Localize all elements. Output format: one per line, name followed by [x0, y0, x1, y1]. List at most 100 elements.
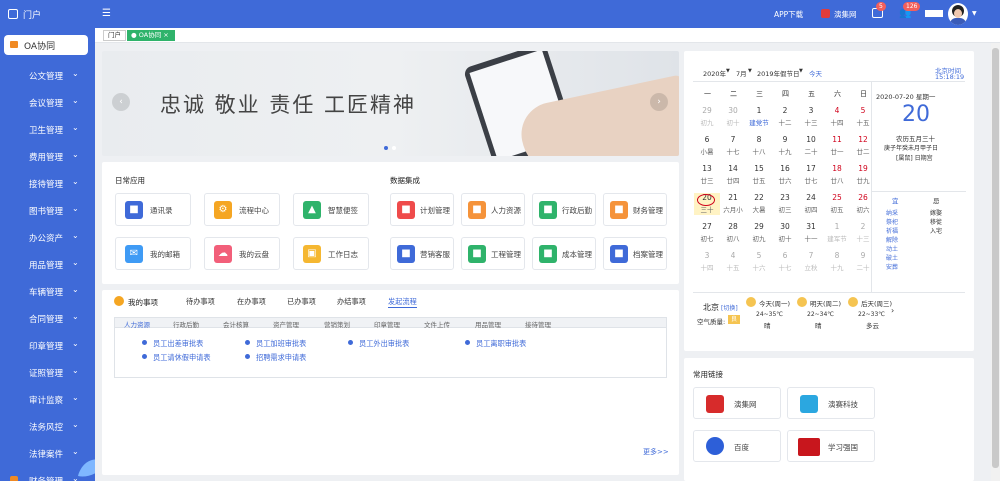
- banner-prev-button[interactable]: ‹: [112, 93, 130, 111]
- calendar-day[interactable]: 13 廿三: [694, 164, 720, 186]
- matters-tab-3[interactable]: 办结事项: [337, 297, 366, 307]
- calendar-day[interactable]: 14 廿四: [720, 164, 746, 186]
- calendar-day[interactable]: 23 初三: [772, 193, 798, 215]
- calendar-day[interactable]: 27 初七: [694, 222, 720, 244]
- sidebar-item-3[interactable]: 费用管理 ⌄: [0, 144, 95, 171]
- tab-close-icon[interactable]: ×: [163, 31, 168, 39]
- sidebar-item-11[interactable]: 证照管理 ⌄: [0, 360, 95, 387]
- tab-oa[interactable]: ● OA协同 ×: [127, 30, 175, 41]
- sidebar-item-7[interactable]: 用品管理 ⌄: [0, 252, 95, 279]
- menu-toggle-icon[interactable]: ☰: [102, 8, 111, 19]
- sidebar-item-13[interactable]: 法务风控 ⌄: [0, 414, 95, 441]
- daily-app-tile-4[interactable]: ☁ 我的云盘: [204, 237, 280, 270]
- data-app-tile-7[interactable]: ■ 档案管理: [603, 237, 667, 270]
- sidebar-item-2[interactable]: 卫生管理 ⌄: [0, 117, 95, 144]
- calendar-day[interactable]: 31 十一: [798, 222, 824, 244]
- calendar-day[interactable]: 9 十九: [772, 135, 798, 157]
- flow-link-2[interactable]: 员工外出审批表: [348, 339, 409, 349]
- weather-next-icon[interactable]: ›: [891, 306, 894, 315]
- matters-tab-2[interactable]: 已办事项: [287, 297, 316, 307]
- holiday-select[interactable]: 2019年假节日: [757, 68, 800, 78]
- tab-home[interactable]: 门户: [103, 30, 126, 41]
- sidebar-item-8[interactable]: 车辆管理 ⌄: [0, 279, 95, 306]
- calendar-day[interactable]: 17 廿七: [798, 164, 824, 186]
- daily-app-tile-1[interactable]: ⚙ 流程中心: [204, 193, 280, 226]
- sidebar-item-6[interactable]: 办公资产 ⌄: [0, 225, 95, 252]
- data-app-tile-1[interactable]: ■ 人力资源: [461, 193, 525, 226]
- calendar-day[interactable]: 6 小暑: [694, 135, 720, 157]
- matters-tab-4[interactable]: 发起流程: [388, 297, 417, 308]
- data-app-tile-4[interactable]: ■ 营销客服: [390, 237, 454, 270]
- matters-tab-1[interactable]: 在办事项: [237, 297, 266, 307]
- calendar-day[interactable]: 7 十七: [720, 135, 746, 157]
- daily-app-tile-2[interactable]: ▲ 智慧便签: [293, 193, 369, 226]
- calendar-day[interactable]: 24 初四: [798, 193, 824, 215]
- sidebar-item-0[interactable]: 公文管理 ⌄: [0, 63, 95, 90]
- calendar-day[interactable]: 22 大暑: [746, 193, 772, 215]
- calendar-day[interactable]: 3 十四: [694, 251, 720, 273]
- calendar-day[interactable]: 28 初八: [720, 222, 746, 244]
- link-tile-3[interactable]: 学习强国: [787, 430, 875, 462]
- flow-link-4[interactable]: 员工请休假申请表: [142, 353, 211, 363]
- daily-app-tile-3[interactable]: ✉ 我的邮箱: [115, 237, 191, 270]
- link-tile-2[interactable]: 百度: [693, 430, 781, 462]
- sidebar-item-1[interactable]: 会议管理 ⌄: [0, 90, 95, 117]
- flow-link-1[interactable]: 员工加班审批表: [245, 339, 306, 349]
- flow-link-3[interactable]: 员工离职审批表: [465, 339, 526, 349]
- banner-next-button[interactable]: ›: [650, 93, 668, 111]
- calendar-day[interactable]: 5 十六: [746, 251, 772, 273]
- calendar-day[interactable]: 10 二十: [798, 135, 824, 157]
- banner-dot[interactable]: [392, 146, 396, 150]
- weather-city-switch[interactable]: [切换]: [721, 303, 738, 312]
- data-app-tile-5[interactable]: ■ 工程管理: [461, 237, 525, 270]
- more-link[interactable]: 更多>>: [643, 447, 669, 457]
- link-tile-1[interactable]: 演赛科技: [787, 387, 875, 419]
- calendar-day[interactable]: 30 初十: [720, 106, 746, 128]
- sidebar-item-9[interactable]: 合同管理 ⌄: [0, 306, 95, 333]
- daily-app-tile-5[interactable]: ▣ 工作日志: [293, 237, 369, 270]
- calendar-day[interactable]: 29 初九: [694, 106, 720, 128]
- data-app-tile-2[interactable]: ■ 行政后勤: [532, 193, 596, 226]
- sidebar-item-4[interactable]: 接待管理 ⌄: [0, 171, 95, 198]
- sidebar-active-item[interactable]: OA协同: [4, 35, 88, 55]
- calendar-day[interactable]: 8 十八: [746, 135, 772, 157]
- calendar-day[interactable]: 30 初十: [772, 222, 798, 244]
- calendar-day[interactable]: 18 廿八: [824, 164, 850, 186]
- user-menu-caret-icon[interactable]: ▼: [972, 10, 977, 17]
- year-select[interactable]: 2020年: [703, 68, 726, 78]
- calendar-day[interactable]: 15 廿五: [746, 164, 772, 186]
- sidebar-item-12[interactable]: 审计监察 ⌄: [0, 387, 95, 414]
- calendar-day[interactable]: 8 十九: [824, 251, 850, 273]
- calendar-day[interactable]: 3 十三: [798, 106, 824, 128]
- scrollbar-thumb[interactable]: [992, 48, 999, 468]
- link-tile-0[interactable]: 演集网: [693, 387, 781, 419]
- brand-link[interactable]: 演集网: [834, 9, 857, 20]
- flow-link-5[interactable]: 招聘需求申请表: [245, 353, 306, 363]
- calendar-day[interactable]: 4 十五: [720, 251, 746, 273]
- calendar-day[interactable]: 7 立秋: [798, 251, 824, 273]
- chevron-down-icon: ⌄: [72, 96, 79, 105]
- flow-link-0[interactable]: 员工出差审批表: [142, 339, 203, 349]
- app-download-link[interactable]: APP下载: [774, 9, 803, 20]
- daily-app-tile-0[interactable]: ■ 通讯录: [115, 193, 191, 226]
- calendar-day[interactable]: 21 六月小: [720, 193, 746, 215]
- month-select[interactable]: 7月: [736, 68, 747, 78]
- avatar[interactable]: [948, 3, 968, 25]
- banner-dot-active[interactable]: [384, 146, 388, 150]
- calendar-day[interactable]: 2 十二: [772, 106, 798, 128]
- data-app-tile-0[interactable]: ■ 计划管理: [390, 193, 454, 226]
- calendar-day[interactable]: 16 廿六: [772, 164, 798, 186]
- sidebar-item-10[interactable]: 印章管理 ⌄: [0, 333, 95, 360]
- calendar-day[interactable]: 4 十四: [824, 106, 850, 128]
- calendar-day[interactable]: 25 初五: [824, 193, 850, 215]
- calendar-day[interactable]: 6 十七: [772, 251, 798, 273]
- today-button[interactable]: 今天: [809, 68, 822, 78]
- data-app-tile-6[interactable]: ■ 成本管理: [532, 237, 596, 270]
- calendar-day[interactable]: 1 建党节: [746, 106, 772, 128]
- data-app-tile-3[interactable]: ■ 财务管理: [603, 193, 667, 226]
- matters-tab-0[interactable]: 待办事项: [186, 297, 215, 307]
- calendar-day[interactable]: 11 廿一: [824, 135, 850, 157]
- calendar-day[interactable]: 29 初九: [746, 222, 772, 244]
- calendar-day[interactable]: 1 建军节: [824, 222, 850, 244]
- sidebar-item-5[interactable]: 图书管理 ⌄: [0, 198, 95, 225]
